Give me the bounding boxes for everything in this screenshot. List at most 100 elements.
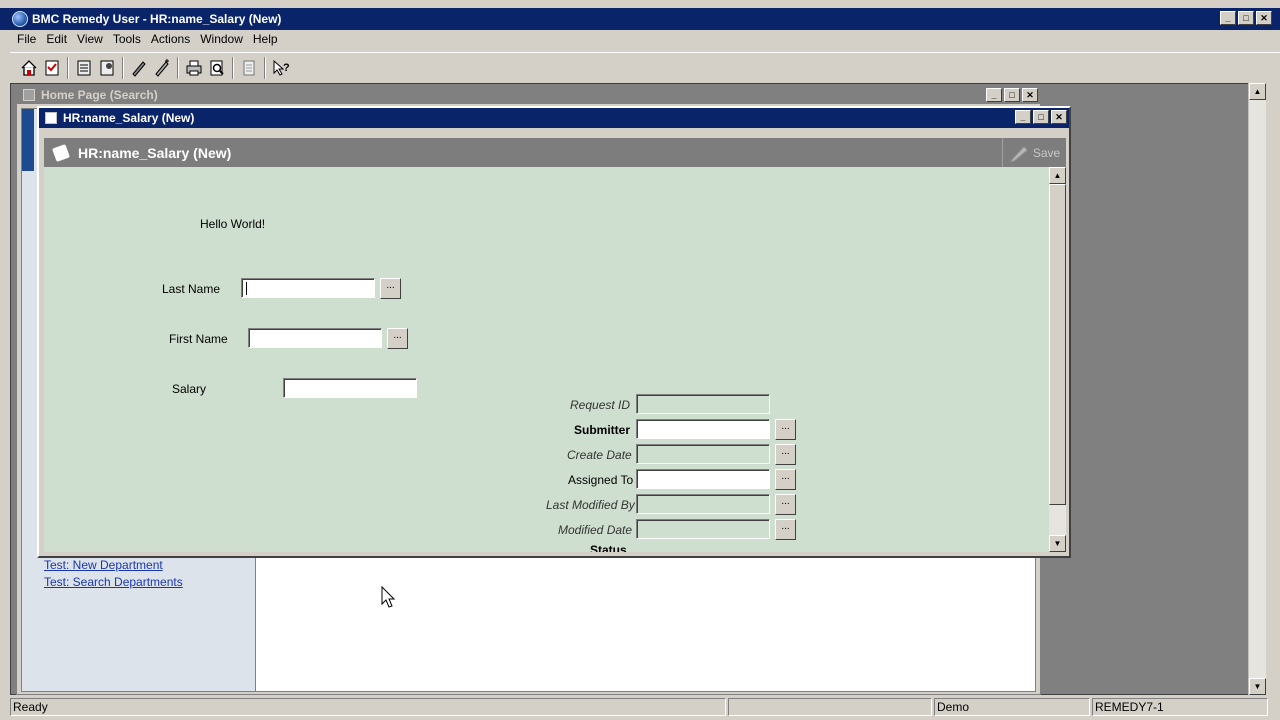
first-name-input[interactable] bbox=[249, 329, 381, 347]
link-search-departments[interactable]: Test: Search Departments bbox=[44, 574, 183, 591]
pencil-icon bbox=[1009, 145, 1028, 161]
menu-file[interactable]: File bbox=[12, 32, 41, 46]
edit-button[interactable] bbox=[128, 57, 150, 79]
create-date-menu-button[interactable]: ... bbox=[775, 444, 796, 465]
document-icon bbox=[23, 89, 35, 101]
hr-window-title: HR:name_Salary (New) bbox=[63, 111, 195, 125]
modified-date-input bbox=[637, 520, 769, 538]
modified-date-menu-button[interactable]: ... bbox=[775, 519, 796, 540]
close-button[interactable]: ✕ bbox=[1051, 110, 1067, 124]
last-modified-by-menu-button[interactable]: ... bbox=[775, 494, 796, 515]
open-icon bbox=[45, 60, 59, 75]
form-icon bbox=[52, 143, 70, 162]
toolbar-separator bbox=[232, 56, 234, 79]
salary-label: Salary bbox=[172, 382, 207, 396]
scroll-down-arrow[interactable]: ▼ bbox=[1049, 535, 1066, 552]
salary-field[interactable] bbox=[283, 378, 417, 398]
modify-all-button[interactable] bbox=[151, 57, 173, 79]
home-banner bbox=[22, 109, 34, 171]
hr-window-controls: _ □ ✕ bbox=[1015, 110, 1067, 124]
menu-edit[interactable]: Edit bbox=[41, 32, 72, 46]
list-button[interactable] bbox=[73, 57, 95, 79]
print-button[interactable] bbox=[183, 57, 205, 79]
menu-tools[interactable]: Tools bbox=[108, 32, 146, 46]
submitter-input[interactable] bbox=[637, 420, 769, 438]
form-header: HR:name_Salary (New) Save bbox=[44, 138, 1066, 167]
create-date-label: Create Date bbox=[567, 448, 632, 462]
minimize-button[interactable]: _ bbox=[1015, 110, 1031, 124]
scroll-up-arrow[interactable]: ▲ bbox=[1049, 167, 1066, 184]
status-user: Demo bbox=[934, 698, 1090, 716]
scroll-up-arrow[interactable]: ▲ bbox=[1249, 83, 1266, 100]
assigned-to-field[interactable] bbox=[636, 469, 770, 489]
toolbar-separator bbox=[67, 56, 69, 79]
print-preview-button[interactable] bbox=[206, 57, 228, 79]
status-message: Ready bbox=[10, 698, 726, 716]
create-date-input bbox=[637, 445, 769, 463]
scroll-down-arrow[interactable]: ▼ bbox=[1249, 678, 1266, 695]
assigned-to-input[interactable] bbox=[637, 470, 769, 488]
toolbar: ? bbox=[10, 52, 1280, 82]
first-name-menu-button[interactable]: ... bbox=[387, 328, 408, 349]
link-new-department[interactable]: Test: New Department bbox=[44, 557, 183, 574]
close-button[interactable]: ✕ bbox=[1022, 88, 1038, 102]
app-titlebar[interactable]: BMC Remedy User - HR:name_Salary (New) _… bbox=[0, 8, 1280, 30]
salary-input[interactable] bbox=[284, 379, 416, 397]
print-icon bbox=[186, 60, 202, 75]
toolbar-separator bbox=[122, 56, 124, 79]
remedy-globe-icon bbox=[12, 11, 28, 27]
menu-window[interactable]: Window bbox=[195, 32, 248, 46]
greeting-text: Hello World! bbox=[200, 217, 266, 231]
toolbar-separator bbox=[177, 56, 179, 79]
form-vertical-scrollbar[interactable]: ▲ ▼ bbox=[1049, 167, 1066, 552]
last-name-label: Last Name bbox=[162, 282, 221, 296]
request-id-field bbox=[636, 394, 770, 414]
report-button[interactable] bbox=[96, 57, 118, 79]
scroll-thumb[interactable] bbox=[1049, 184, 1066, 505]
status-server: REMEDY7-1 bbox=[1092, 698, 1268, 716]
home-page-title: Home Page (Search) bbox=[41, 88, 158, 102]
report-icon bbox=[100, 60, 114, 75]
home-icon bbox=[21, 59, 37, 76]
app-frame-top bbox=[0, 0, 1280, 8]
list-icon bbox=[77, 60, 91, 75]
home-window-controls: _ □ ✕ bbox=[986, 88, 1038, 102]
last-name-input[interactable] bbox=[242, 279, 374, 297]
home-page-titlebar[interactable]: Home Page (Search) _ □ ✕ bbox=[17, 86, 1040, 104]
first-name-label: First Name bbox=[169, 332, 228, 346]
whats-this-button[interactable]: ? bbox=[270, 57, 292, 79]
minimize-button[interactable]: _ bbox=[986, 88, 1002, 102]
menu-actions[interactable]: Actions bbox=[146, 32, 195, 46]
hr-salary-window: HR:name_Salary (New) _ □ ✕ HR:name_Salar… bbox=[37, 106, 1071, 558]
submitter-field[interactable] bbox=[636, 419, 770, 439]
open-button[interactable] bbox=[41, 57, 63, 79]
svg-text:?: ? bbox=[283, 62, 290, 74]
maximize-button[interactable]: □ bbox=[1033, 110, 1049, 124]
assigned-to-label: Assigned To bbox=[568, 473, 634, 487]
submitter-menu-button[interactable]: ... bbox=[775, 419, 796, 440]
modified-date-label: Modified Date bbox=[558, 523, 633, 537]
page-icon bbox=[243, 60, 255, 75]
menu-help[interactable]: Help bbox=[248, 32, 283, 46]
status-label: Status bbox=[590, 543, 627, 552]
first-name-field[interactable] bbox=[248, 328, 382, 348]
maximize-button[interactable]: □ bbox=[1004, 88, 1020, 102]
close-button[interactable]: ✕ bbox=[1256, 11, 1272, 25]
form-header-title: HR:name_Salary (New) bbox=[78, 144, 232, 161]
save-button[interactable]: Save bbox=[1002, 138, 1066, 167]
menu-view[interactable]: View bbox=[72, 32, 108, 46]
hr-window-titlebar[interactable]: HR:name_Salary (New) _ □ ✕ bbox=[39, 108, 1069, 128]
home-button[interactable] bbox=[18, 57, 40, 79]
minimize-button[interactable]: _ bbox=[1220, 11, 1236, 25]
last-name-menu-button[interactable]: ... bbox=[380, 278, 401, 299]
maximize-button[interactable]: □ bbox=[1238, 11, 1254, 25]
save-label: Save bbox=[1032, 145, 1061, 160]
main-vertical-scrollbar[interactable]: ▲ ▼ bbox=[1248, 83, 1266, 695]
text-caret bbox=[246, 282, 247, 295]
assigned-to-menu-button[interactable]: ... bbox=[775, 469, 796, 490]
page-button[interactable] bbox=[238, 57, 260, 79]
last-name-field[interactable] bbox=[241, 278, 375, 298]
status-bar: Ready Demo REMEDY7-1 bbox=[0, 697, 1280, 720]
last-modified-by-label: Last Modified By bbox=[546, 498, 635, 512]
print-preview-icon bbox=[210, 60, 224, 75]
